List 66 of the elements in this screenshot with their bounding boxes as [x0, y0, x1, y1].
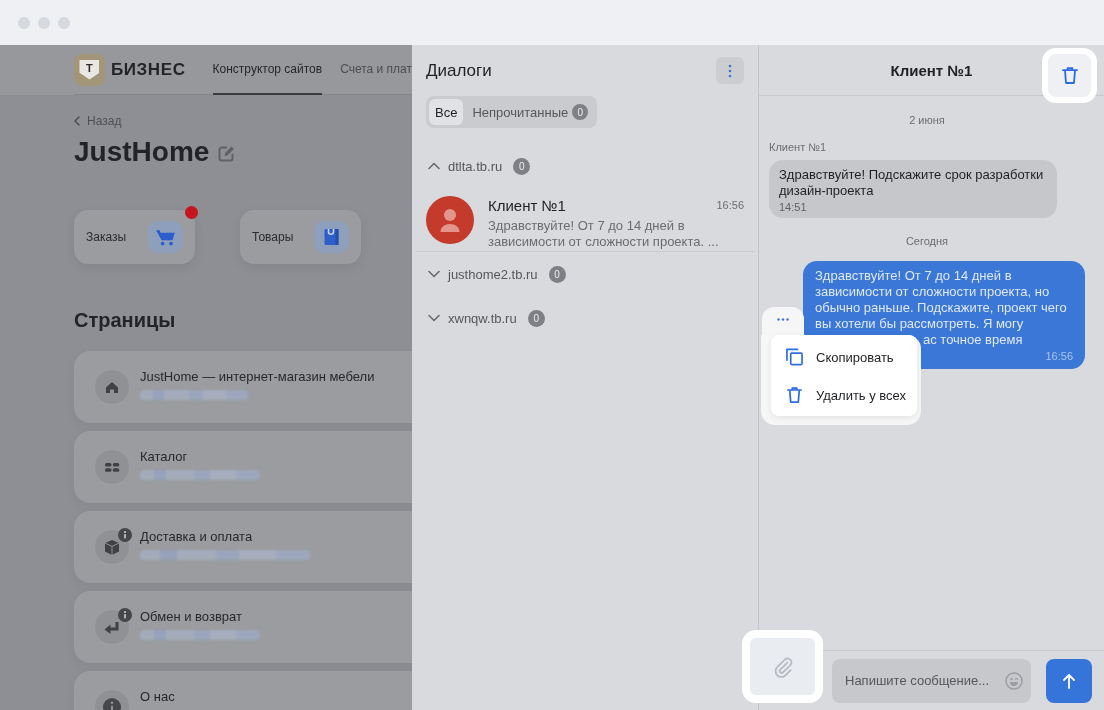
shortcut-label: Товары — [252, 230, 294, 244]
bag-icon — [314, 221, 349, 253]
menu-item[interactable]: Скопировать — [771, 338, 917, 376]
nav-tab[interactable]: Конструктор сайтов — [212, 45, 323, 95]
date-separator: 2 июня — [909, 113, 945, 127]
chat-title: Клиент №1 — [890, 61, 973, 79]
page-card[interactable]: Каталог — [74, 431, 412, 503]
more-horizontal-icon — [777, 317, 789, 321]
section-heading: Страницы — [74, 308, 177, 332]
emoji-icon[interactable] — [1005, 671, 1023, 690]
logo-name: БИЗНЕС — [111, 59, 186, 80]
home-icon — [95, 370, 129, 404]
shortcut-label: Заказы — [86, 230, 127, 244]
send-button[interactable] — [1046, 658, 1092, 703]
count-badge: 0 — [572, 104, 589, 120]
chat-time: 16:56 — [716, 199, 744, 211]
window-control-icon[interactable] — [38, 16, 50, 29]
avatar-icon — [426, 196, 474, 244]
message-time: 16:56 — [1045, 349, 1073, 363]
sender-name: Клиент №1 — [769, 140, 827, 154]
menu-item[interactable]: Удалить у всех — [771, 376, 917, 414]
date-separator: Сегодня — [905, 234, 949, 248]
trash-icon — [1061, 66, 1078, 85]
copy-icon — [786, 348, 803, 366]
filter-tab[interactable]: Все — [429, 99, 464, 125]
window-control-icon[interactable] — [18, 16, 30, 29]
count-badge: 0 — [548, 265, 566, 283]
page-card[interactable]: Доставка и оплата — [74, 511, 412, 583]
page-card[interactable]: Обмен и возврат — [74, 591, 412, 663]
chat-list-item[interactable]: Клиент №1 16:56 Здравствуйте! От 7 до 14 дней в зависимости от сложности проекта. ... — [416, 188, 754, 252]
page-title: Обмен и возврат — [140, 609, 243, 625]
chat-name: Клиент №1 — [488, 196, 566, 214]
message-preview: Здравствуйте! От 7 до 14 дней в зависимости от сложности проекта. ... — [488, 218, 720, 250]
message-text-fragment: ас точное время — [923, 332, 1023, 348]
shortcut-card[interactable]: Товары — [240, 210, 361, 264]
grid-icon — [95, 450, 129, 484]
message-input[interactable]: Напишите сообщение... — [832, 658, 1031, 703]
site-title: JustHome — [74, 136, 210, 168]
chevron-left-icon — [74, 116, 80, 126]
site-group-header[interactable]: justhome2.tb.ru 0 — [426, 252, 566, 296]
message-time: 14:51 — [779, 200, 807, 214]
count-badge: 0 — [527, 309, 545, 327]
site-group-header[interactable]: xwnqw.tb.ru 0 — [426, 296, 545, 340]
count-badge: 0 — [513, 157, 531, 175]
page-card[interactable]: О нас — [74, 671, 412, 710]
filter-tab[interactable]: Непрочитанные 0 — [467, 99, 589, 125]
nav-tab[interactable]: Счета и плат — [340, 45, 412, 95]
edit-icon[interactable] — [218, 145, 236, 162]
arrow-up-icon — [1062, 672, 1076, 689]
cart-icon — [148, 221, 183, 253]
delete-chat-button[interactable] — [1042, 48, 1097, 103]
site-group-header[interactable]: dtlta.tb.ru 0 — [426, 144, 531, 188]
page-title: Доставка и оплата — [140, 529, 254, 545]
trash-icon — [786, 386, 803, 404]
page-title: Каталог — [140, 449, 189, 465]
page-title: JustHome — интернет-магазин мебели — [140, 369, 375, 385]
more-button[interactable] — [716, 57, 744, 84]
logo-mark: Т — [79, 59, 100, 80]
message-text: Здравствуйте! Подскажите срок разработки дизайн-проекта — [779, 167, 1044, 199]
page-card[interactable]: JustHome — интернет-магазин мебели — [74, 351, 412, 423]
more-vertical-icon — [728, 63, 732, 78]
attach-button[interactable] — [742, 630, 823, 703]
panel-title: Диалоги — [426, 60, 492, 81]
page-title: О нас — [140, 689, 175, 705]
window-control-icon[interactable] — [58, 16, 70, 29]
message-actions-button[interactable] — [762, 307, 804, 337]
